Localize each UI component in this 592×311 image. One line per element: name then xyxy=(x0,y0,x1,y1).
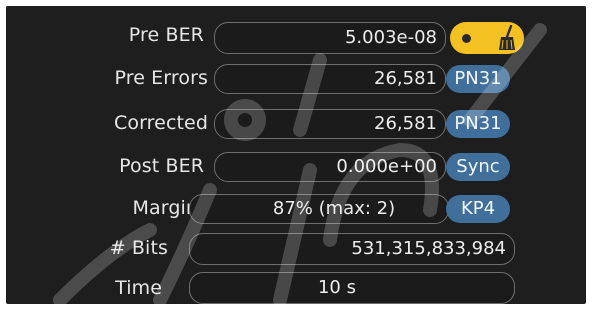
pre-errors-value: 26,581 xyxy=(214,64,446,94)
bits-label: # Bits xyxy=(109,237,168,259)
pattern-button-corrected[interactable]: PN31 xyxy=(446,110,510,138)
pre-errors-label: Pre Errors xyxy=(114,67,208,89)
pattern-button-pre[interactable]: PN31 xyxy=(446,65,510,93)
margin-label: Margin xyxy=(132,197,198,219)
corrected-label: Corrected xyxy=(114,112,208,134)
toggle-knob xyxy=(462,34,471,43)
broom-icon xyxy=(499,25,515,50)
sync-button[interactable]: Sync xyxy=(446,153,510,181)
pre-ber-value: 5.003e-08 xyxy=(214,22,446,54)
kp4-button[interactable]: KP4 xyxy=(446,195,510,223)
pre-ber-label: Pre BER xyxy=(128,24,204,46)
margin-value: 87% (max: 2) xyxy=(189,194,449,224)
time-value: 10 s xyxy=(189,272,515,304)
post-ber-label: Post BER xyxy=(119,155,204,177)
post-ber-value: 0.000e+00 xyxy=(214,152,446,182)
corrected-value: 26,581 xyxy=(214,109,446,139)
clear-counters-toggle[interactable] xyxy=(450,22,524,54)
time-label: Time xyxy=(115,277,162,299)
bits-value: 531,315,833,984 xyxy=(189,233,515,265)
ber-stats-panel: Pre BER 5.003e-08 Pre Errors 26,581 PN31… xyxy=(6,6,586,304)
